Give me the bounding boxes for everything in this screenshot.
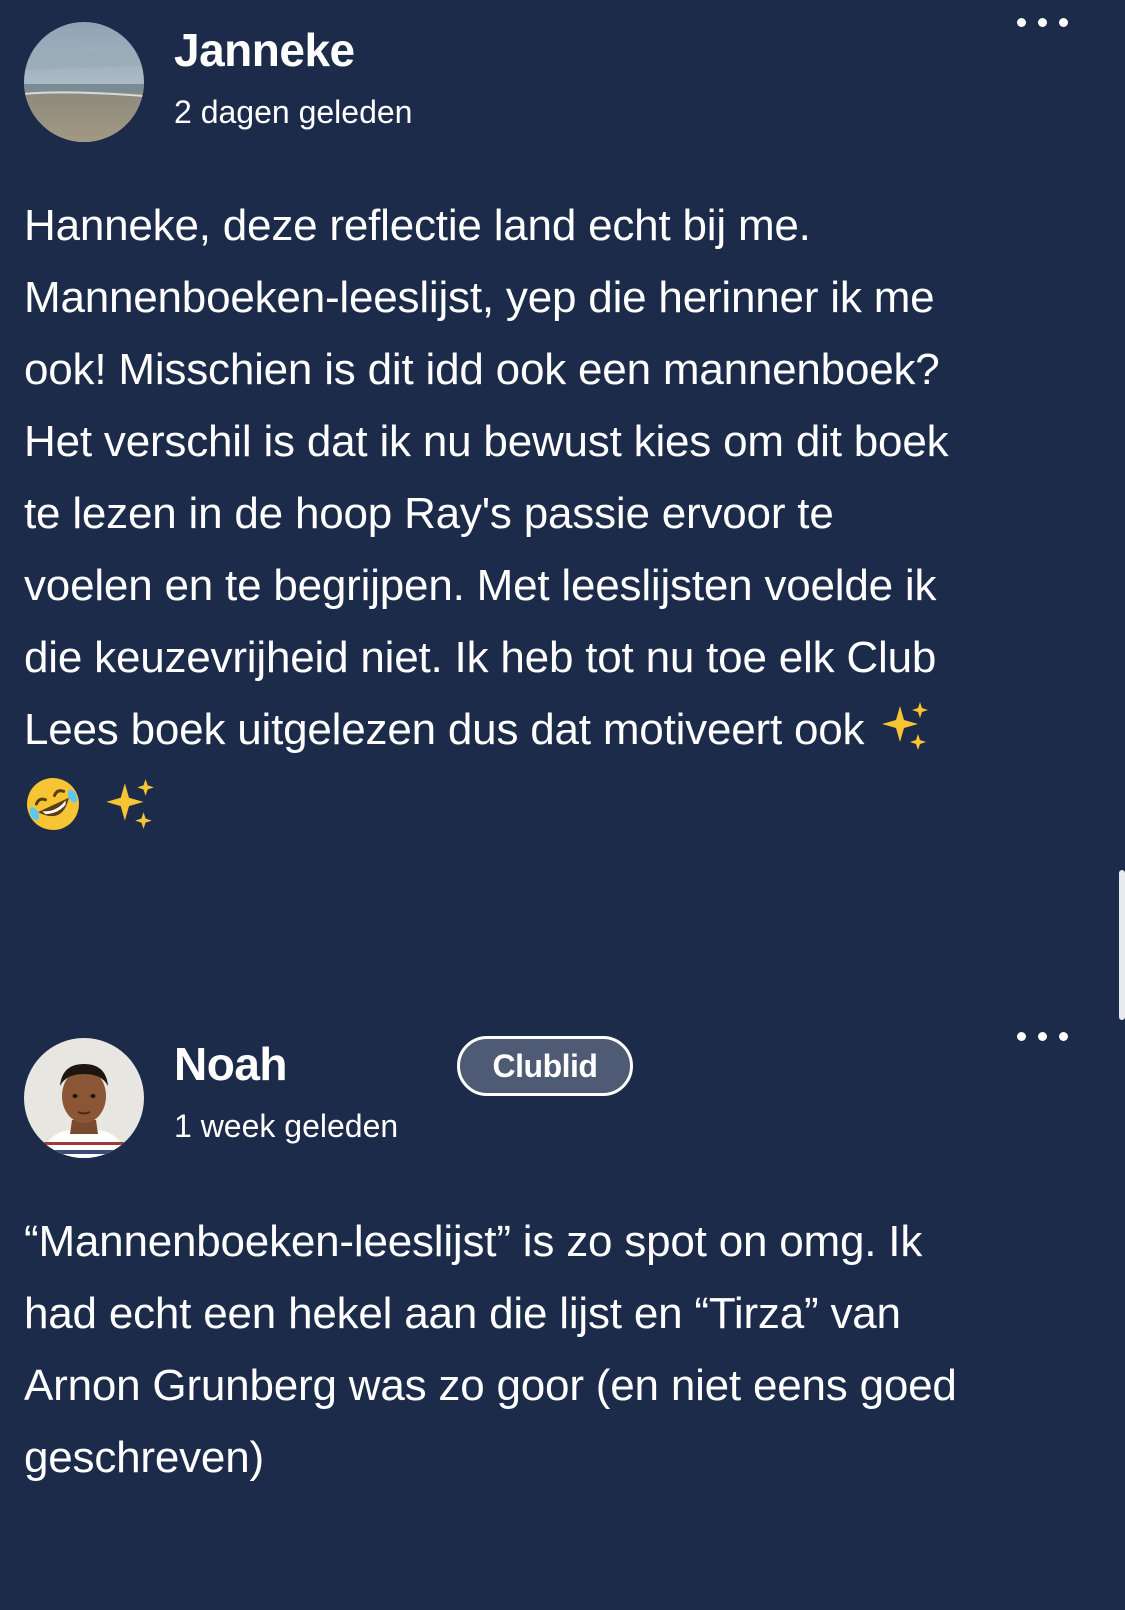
comment-line: ook! Misschien is dit idd ook een mannen…: [24, 345, 940, 394]
sparkles-icon: [100, 775, 158, 833]
comment-line: Arnon Grunberg was zo goor (en niet eens…: [24, 1361, 957, 1410]
emoji-row: [24, 766, 1104, 838]
comment-line: Het verschil is dat ik nu bewust kies om…: [24, 417, 949, 466]
beach-photo-avatar: [24, 22, 144, 142]
timestamp: 2 dagen geleden: [174, 94, 413, 130]
comment-line: voelen en te begrijpen. Met leeslijsten …: [24, 561, 937, 610]
author-name[interactable]: Noah: [174, 1036, 288, 1092]
comment-line-text: Lees boek uitgelezen dus dat motiveert o…: [24, 705, 865, 754]
comment-line: Hanneke, deze reflectie land echt bij me…: [24, 201, 811, 250]
more-options-button[interactable]: [1013, 1022, 1073, 1052]
avatar[interactable]: [24, 1038, 144, 1158]
comment-line: Mannenboeken-leeslijst, yep die herinner…: [24, 273, 935, 322]
comment-line-last: Lees boek uitgelezen dus dat motiveert o…: [24, 694, 1104, 766]
more-options-button[interactable]: [1013, 8, 1073, 38]
comment-line: te lezen in de hoop Ray's passie ervoor …: [24, 489, 834, 538]
comment-line: “Mannenboeken-leeslijst” is zo spot on o…: [24, 1217, 923, 1266]
comment-line: die keuzevrijheid niet. Ik heb tot nu to…: [24, 633, 937, 682]
author-name[interactable]: Janneke: [174, 22, 355, 78]
timestamp: 1 week geleden: [174, 1108, 399, 1144]
sparkles-icon: [876, 698, 932, 754]
scrollbar[interactable]: [1119, 870, 1125, 1020]
comment-line: geschreven): [24, 1433, 264, 1482]
comment-body: “Mannenboeken-leeslijst” is zo spot on o…: [24, 1206, 1104, 1494]
portrait-photo-avatar: [24, 1038, 144, 1158]
rolling-laughing-face-icon: [24, 775, 82, 833]
avatar[interactable]: [24, 22, 144, 142]
comment-body: Hanneke, deze reflectie land echt bij me…: [24, 190, 1104, 838]
member-badge: Clublid: [457, 1036, 633, 1096]
comment-line: had echt een hekel aan die lijst en “Tir…: [24, 1289, 901, 1338]
